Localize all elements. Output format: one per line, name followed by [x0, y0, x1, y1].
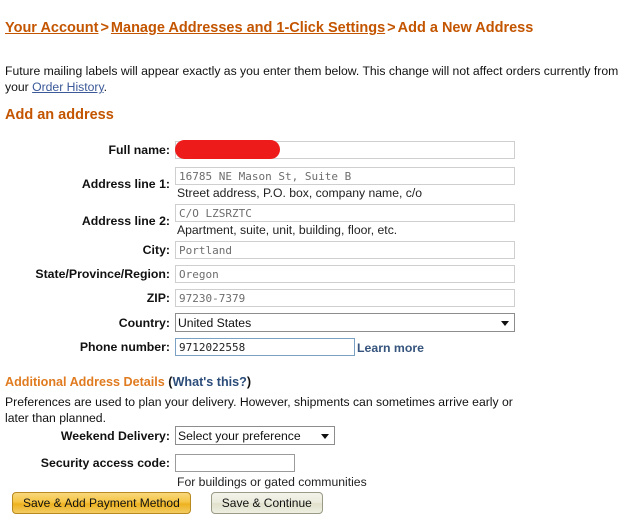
- save-and-add-payment-method-button[interactable]: Save & Add Payment Method: [12, 492, 191, 514]
- additional-details-form: Weekend Delivery: Select your preference…: [0, 425, 640, 489]
- learn-more-link[interactable]: Learn more: [357, 341, 424, 355]
- label-weekend-delivery: Weekend Delivery:: [60, 429, 170, 443]
- form-row-country: Country: United States: [0, 312, 640, 336]
- additional-details-note: Preferences are used to plan your delive…: [5, 395, 513, 425]
- country-select[interactable]: United States: [175, 313, 515, 332]
- phone-number-input[interactable]: [175, 338, 355, 356]
- hint-security-access-code: For buildings or gated communities: [177, 475, 367, 489]
- form-row-address-line-1: Address line 1: Street address, P.O. box…: [0, 165, 640, 202]
- hint-address-line-1: Street address, P.O. box, company name, …: [177, 186, 423, 200]
- address-line-1-input[interactable]: [175, 167, 515, 185]
- label-address-line-2: Address line 2:: [81, 214, 170, 228]
- page-title: Add an address: [5, 107, 114, 123]
- label-city: City:: [142, 243, 170, 257]
- city-input[interactable]: [175, 241, 515, 259]
- breadcrumb: Your Account > Manage Addresses and 1-Clic…: [5, 20, 533, 36]
- paren-close: ): [246, 375, 252, 389]
- input-wrap-state: [175, 265, 515, 283]
- label-full-name: Full name:: [108, 143, 171, 157]
- label-country: Country:: [118, 316, 170, 330]
- whats-this-link[interactable]: What's this?: [173, 375, 247, 389]
- input-wrap-security-access-code: [175, 454, 295, 472]
- intro-paragraph: Future mailing labels will appear exactl…: [5, 63, 639, 95]
- breadcrumb-separator-1: >: [100, 20, 109, 36]
- additional-heading-text: Additional Address Details: [5, 375, 165, 389]
- label-state: State/Province/Region:: [35, 267, 170, 281]
- select-wrap-country: United States: [175, 313, 515, 332]
- address-form: Full name: Address line 1: Street addres…: [0, 139, 640, 362]
- hint-address-line-2: Apartment, suite, unit, building, floor,…: [177, 223, 398, 237]
- form-row-phone: Phone number: Learn more: [0, 336, 640, 362]
- form-row-security-access-code: Security access code: For buildings or g…: [0, 451, 640, 489]
- zip-input[interactable]: [175, 289, 515, 307]
- input-wrap-phone: [175, 338, 355, 356]
- intro-text-after: .: [103, 80, 108, 94]
- breadcrumb-link-your-account[interactable]: Your Account: [5, 20, 98, 36]
- weekend-delivery-select[interactable]: Select your preference: [175, 426, 335, 445]
- form-row-zip: ZIP:: [0, 288, 640, 312]
- full-name-redaction-overlay: [175, 140, 280, 159]
- form-row-state: State/Province/Region:: [0, 264, 640, 288]
- address-line-2-input[interactable]: [175, 204, 515, 222]
- form-row-city: City:: [0, 240, 640, 264]
- label-phone-number: Phone number:: [79, 340, 170, 354]
- breadcrumb-link-manage-addresses[interactable]: Manage Addresses and 1-Click Settings: [111, 20, 385, 36]
- country-select-container: United States: [175, 313, 515, 332]
- security-access-code-input[interactable]: [175, 454, 295, 472]
- input-wrap-zip: [175, 289, 515, 307]
- label-zip: ZIP:: [146, 291, 170, 305]
- weekend-delivery-select-container: Select your preference: [175, 426, 335, 445]
- save-and-continue-button[interactable]: Save & Continue: [210, 492, 323, 514]
- state-input[interactable]: [175, 265, 515, 283]
- select-wrap-weekend-delivery: Select your preference: [175, 426, 335, 445]
- label-address-line-1: Address line 1:: [81, 177, 170, 191]
- add-new-address-page: Your Account > Manage Addresses and 1-Clic…: [0, 0, 640, 521]
- form-row-full-name: Full name:: [0, 139, 640, 165]
- form-row-address-line-2: Address line 2: Apartment, suite, unit, …: [0, 202, 640, 240]
- input-wrap-address-line-2: [175, 204, 515, 222]
- input-wrap-city: [175, 241, 515, 259]
- order-history-link[interactable]: Order History: [32, 80, 104, 94]
- label-security-access-code: Security access code:: [40, 456, 170, 470]
- breadcrumb-separator-2: >: [387, 20, 396, 36]
- breadcrumb-current-page: Add a New Address: [397, 20, 534, 36]
- form-actions: Save & Add Payment Method Save & Continue: [12, 492, 323, 514]
- input-wrap-address-line-1: [175, 167, 515, 185]
- additional-address-details-heading: Additional Address Details (What's this?…: [5, 375, 251, 389]
- form-row-weekend-delivery: Weekend Delivery: Select your preference: [0, 425, 640, 451]
